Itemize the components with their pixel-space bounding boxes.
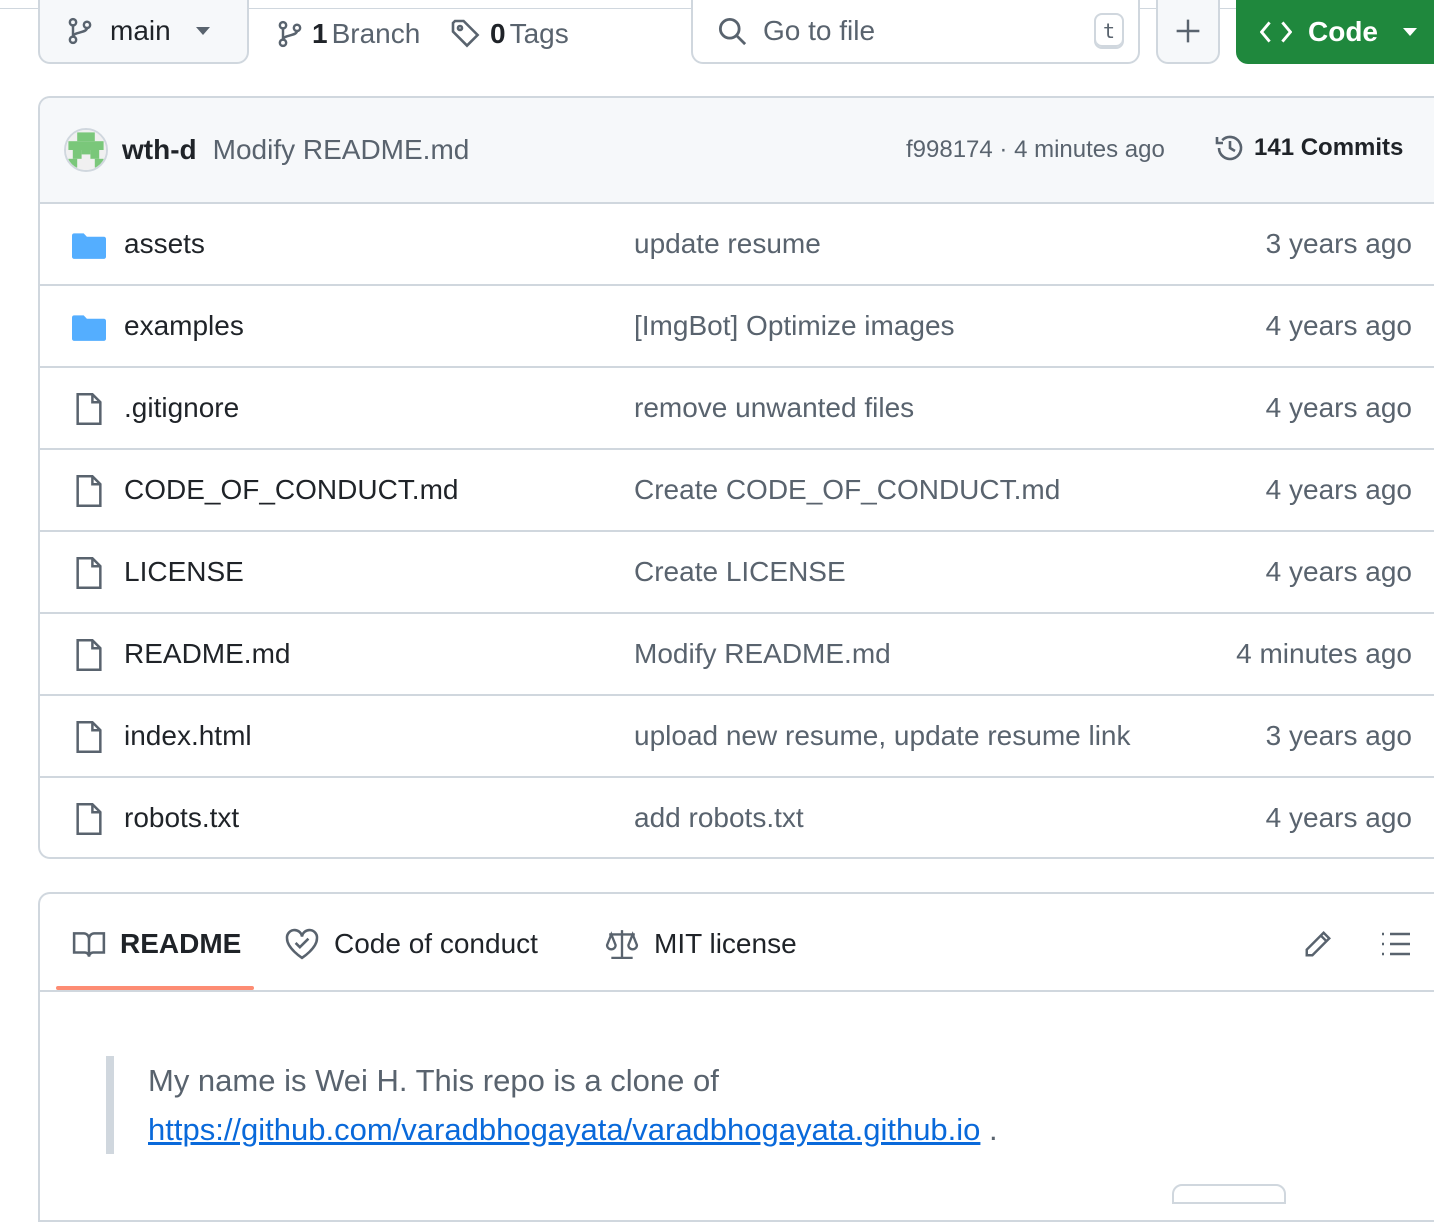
file-icon (72, 802, 106, 836)
file-icon (72, 720, 106, 754)
file-icon (72, 556, 106, 590)
active-tab-indicator (56, 986, 254, 990)
table-row[interactable]: index.html upload new resume, update res… (40, 696, 1434, 778)
add-file-button[interactable] (1156, 0, 1220, 64)
floating-widget (1172, 1184, 1286, 1204)
file-list: wth-d Modify README.md f998174 · 4 minut… (38, 96, 1434, 859)
chevron-down-icon (195, 27, 210, 35)
file-icon (72, 638, 106, 672)
law-icon (605, 930, 639, 960)
code-of-conduct-icon (285, 928, 319, 960)
code-button[interactable]: Code (1236, 0, 1434, 64)
commit-message-link[interactable]: Modify README.md (213, 134, 470, 166)
list-icon (1382, 932, 1410, 956)
branch-word: Branch (331, 18, 421, 49)
commits-count-label: 141 Commits (1254, 134, 1404, 161)
plus-icon (1176, 19, 1200, 43)
commit-date: 3 years ago (1265, 720, 1412, 751)
commits-history-link[interactable]: 141 Commits (1214, 132, 1403, 164)
tags-link[interactable]: 0 Tags (450, 14, 569, 54)
file-name-link[interactable]: .gitignore (124, 392, 239, 424)
commit-date: 4 years ago (1265, 310, 1412, 341)
commit-date: 4 minutes ago (1236, 638, 1412, 669)
tag-icon (451, 19, 480, 48)
branch-name: main (110, 15, 171, 46)
go-to-file-input[interactable]: Go to file t (691, 0, 1140, 64)
file-name-link[interactable]: README.md (124, 638, 290, 670)
file-name-link[interactable]: CODE_OF_CONDUCT.md (124, 474, 458, 506)
folder-icon (72, 228, 106, 262)
code-icon (1260, 21, 1292, 43)
table-row[interactable]: LICENSE Create LICENSE 4 years ago (40, 532, 1434, 614)
readme-text-end: . (980, 1112, 998, 1147)
search-placeholder: Go to file (763, 15, 876, 46)
commit-message-link[interactable]: add robots.txt (634, 802, 804, 834)
commit-message-link[interactable]: Create CODE_OF_CONDUCT.md (634, 474, 1060, 506)
file-name-link[interactable]: index.html (124, 720, 252, 752)
tag-count: 0 (490, 18, 506, 49)
commit-date: 4 years ago (1265, 392, 1412, 423)
keyboard-shortcut-hint: t (1094, 13, 1124, 49)
edit-file-button[interactable] (1298, 924, 1338, 964)
commit-date: 4 years ago (1265, 474, 1412, 505)
tab-license[interactable]: MIT license (604, 924, 797, 964)
file-name-link[interactable]: examples (124, 310, 244, 342)
file-name-link[interactable]: LICENSE (124, 556, 244, 588)
tab-readme[interactable]: README (72, 924, 241, 964)
folder-icon (72, 310, 106, 344)
tab-code-of-conduct[interactable]: Code of conduct (284, 924, 538, 964)
commit-message-link[interactable]: remove unwanted files (634, 392, 914, 424)
outline-button[interactable] (1376, 924, 1416, 964)
file-icon (72, 392, 106, 426)
identicon-icon (66, 130, 106, 170)
readme-panel: README Code of conduct MIT license My na… (38, 892, 1434, 1222)
readme-tabs: README Code of conduct MIT license (40, 894, 1434, 992)
tab-label: MIT license (654, 928, 797, 959)
commit-date: 4 years ago (1265, 802, 1412, 833)
branches-link[interactable]: 1 Branch (276, 14, 420, 54)
tab-label: Code of conduct (334, 928, 538, 959)
table-row[interactable]: CODE_OF_CONDUCT.md Create CODE_OF_CONDUC… (40, 450, 1434, 532)
pencil-icon (1305, 931, 1331, 957)
table-row[interactable]: README.md Modify README.md 4 minutes ago (40, 614, 1434, 696)
book-icon (72, 932, 106, 957)
code-button-label: Code (1308, 16, 1378, 47)
commit-hash-time[interactable]: f998174 · 4 minutes ago (906, 136, 1165, 164)
table-row[interactable]: .gitignore remove unwanted files 4 years… (40, 368, 1434, 450)
git-branch-icon (68, 17, 92, 45)
commit-message-link[interactable]: Create LICENSE (634, 556, 846, 588)
tab-label: README (120, 928, 242, 959)
search-icon (718, 17, 747, 46)
file-icon (72, 474, 106, 508)
commit-message-link[interactable]: upload new resume, update resume link (634, 720, 1131, 752)
readme-link[interactable]: https://github.com/varadbhogayata/varadb… (148, 1112, 980, 1147)
tag-word: Tags (509, 18, 569, 49)
commit-message-link[interactable]: Modify README.md (634, 638, 891, 670)
readme-text: My name is Wei H. This repo is a clone o… (148, 1063, 719, 1098)
branch-count: 1 (312, 18, 328, 49)
commit-message-link[interactable]: update resume (634, 228, 821, 260)
table-row[interactable]: examples [ImgBot] Optimize images 4 year… (40, 286, 1434, 368)
readme-blockquote: My name is Wei H. This repo is a clone o… (106, 1056, 1106, 1154)
history-icon (1215, 135, 1243, 161)
file-name-link[interactable]: robots.txt (124, 802, 239, 834)
latest-commit-header: wth-d Modify README.md f998174 · 4 minut… (40, 98, 1434, 204)
table-row[interactable]: robots.txt add robots.txt 4 years ago (40, 778, 1434, 857)
commit-author-link[interactable]: wth-d (122, 134, 197, 166)
commit-date: 4 years ago (1265, 556, 1412, 587)
avatar[interactable] (64, 128, 108, 172)
git-branch-icon (278, 20, 302, 48)
chevron-down-icon (1403, 28, 1417, 36)
table-row[interactable]: assets update resume 3 years ago (40, 204, 1434, 286)
commit-date: 3 years ago (1265, 228, 1412, 259)
branch-selector-button[interactable]: main (38, 0, 249, 64)
file-name-link[interactable]: assets (124, 228, 205, 260)
commit-message-link[interactable]: [ImgBot] Optimize images (634, 310, 955, 342)
